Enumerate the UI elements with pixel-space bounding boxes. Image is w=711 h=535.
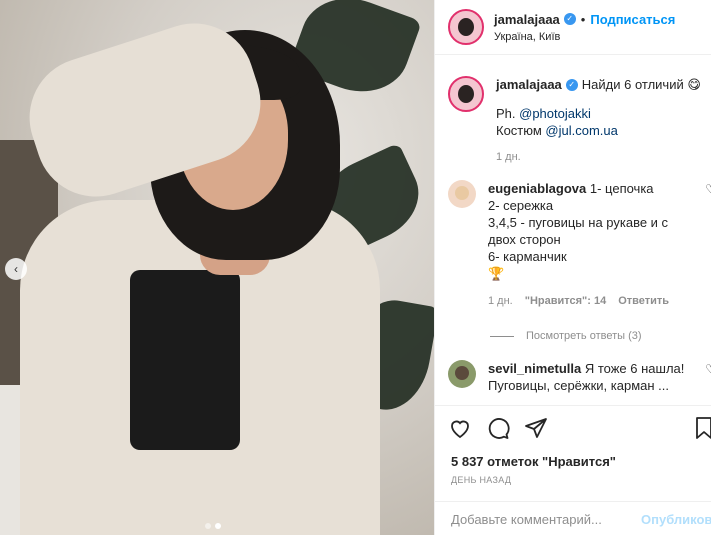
view-replies-label: Посмотреть ответы (3) bbox=[526, 330, 642, 342]
avatar[interactable] bbox=[448, 180, 476, 208]
caption-text: Найди 6 отличий 😋 bbox=[581, 77, 701, 92]
chevron-left-icon[interactable]: ‹ bbox=[5, 258, 27, 280]
photo-top bbox=[130, 270, 240, 450]
action-icons bbox=[435, 406, 711, 446]
avatar[interactable] bbox=[448, 9, 484, 45]
comment-username[interactable]: sevil_nimetulla bbox=[488, 361, 581, 376]
comment-emoji: 🏆 bbox=[488, 266, 505, 281]
post-photo[interactable] bbox=[0, 0, 434, 535]
avatar[interactable] bbox=[448, 76, 484, 112]
comment-username[interactable]: eugeniablagova bbox=[488, 181, 586, 196]
posted-ago[interactable]: ДЕНЬ НАЗАД bbox=[435, 475, 711, 485]
heart-icon[interactable] bbox=[448, 416, 472, 446]
caption-line-prefix: Костюм bbox=[496, 123, 546, 138]
reply-button[interactable]: Ответить bbox=[618, 293, 669, 310]
caption: jamalajaaa ✓ Найди 6 отличий 😋 Ph. @phot… bbox=[435, 76, 711, 166]
carousel-dot bbox=[205, 523, 211, 529]
header-username[interactable]: jamalajaaa bbox=[494, 12, 560, 27]
caption-line-prefix: Ph. bbox=[496, 106, 520, 121]
view-replies-button[interactable]: Посмотреть ответы (3) bbox=[490, 330, 711, 342]
verified-badge-icon: ✓ bbox=[565, 78, 578, 91]
location-link[interactable]: Україна, Київ bbox=[494, 31, 675, 43]
follow-button[interactable]: Подписаться bbox=[590, 12, 675, 27]
carousel-dot-active bbox=[215, 523, 221, 529]
carousel-dots bbox=[205, 523, 221, 529]
comment-like-heart-icon[interactable]: ♡ bbox=[705, 182, 711, 196]
publish-button[interactable]: Опубликовать bbox=[641, 512, 711, 527]
share-icon[interactable] bbox=[524, 416, 548, 446]
photographer-link[interactable]: @photojakki bbox=[519, 106, 591, 121]
comment-line: 6- карманчик bbox=[488, 249, 567, 264]
brand-link[interactable]: @jul.com.ua bbox=[545, 123, 617, 138]
comment-item: sevil_nimetulla Я тоже 6 нашла! Пуговицы… bbox=[435, 360, 711, 394]
post-header: jamalajaaa ✓ • Подписаться Україна, Київ bbox=[435, 0, 711, 55]
comment-icon[interactable] bbox=[486, 416, 510, 446]
comment-line: 1- цепочка bbox=[589, 181, 654, 196]
bookmark-icon[interactable] bbox=[694, 416, 711, 446]
comments-list[interactable]: jamalajaaa ✓ Найди 6 отличий 😋 Ph. @phot… bbox=[435, 56, 711, 401]
comment-item: eugeniablagova 1- цепочка 2- сережка 3,4… bbox=[435, 180, 711, 310]
comment-time[interactable]: 1 дн. bbox=[488, 293, 513, 310]
comment-line: 3,4,5 - пуговицы на рукаве и с двох стор… bbox=[488, 215, 669, 247]
comment-likes[interactable]: "Нравится": 14 bbox=[525, 293, 606, 310]
comment-input[interactable]: Добавьте комментарий... bbox=[451, 512, 602, 527]
caption-time[interactable]: 1 дн. bbox=[496, 149, 521, 166]
dot-separator: • bbox=[580, 11, 586, 27]
verified-badge-icon: ✓ bbox=[563, 13, 576, 25]
caption-username[interactable]: jamalajaaa bbox=[496, 76, 562, 93]
likes-count[interactable]: 5 837 отметок "Нравится" bbox=[435, 454, 711, 469]
action-bar: 5 837 отметок "Нравится" ДЕНЬ НАЗАД Доба… bbox=[435, 405, 711, 535]
avatar[interactable] bbox=[448, 360, 476, 388]
post-sidebar: jamalajaaa ✓ • Подписаться Україна, Київ… bbox=[434, 0, 711, 535]
comment-like-heart-icon[interactable]: ♡ bbox=[705, 362, 711, 376]
comment-box: Добавьте комментарий... Опубликовать bbox=[435, 501, 711, 535]
comment-line: 2- сережка bbox=[488, 198, 554, 213]
